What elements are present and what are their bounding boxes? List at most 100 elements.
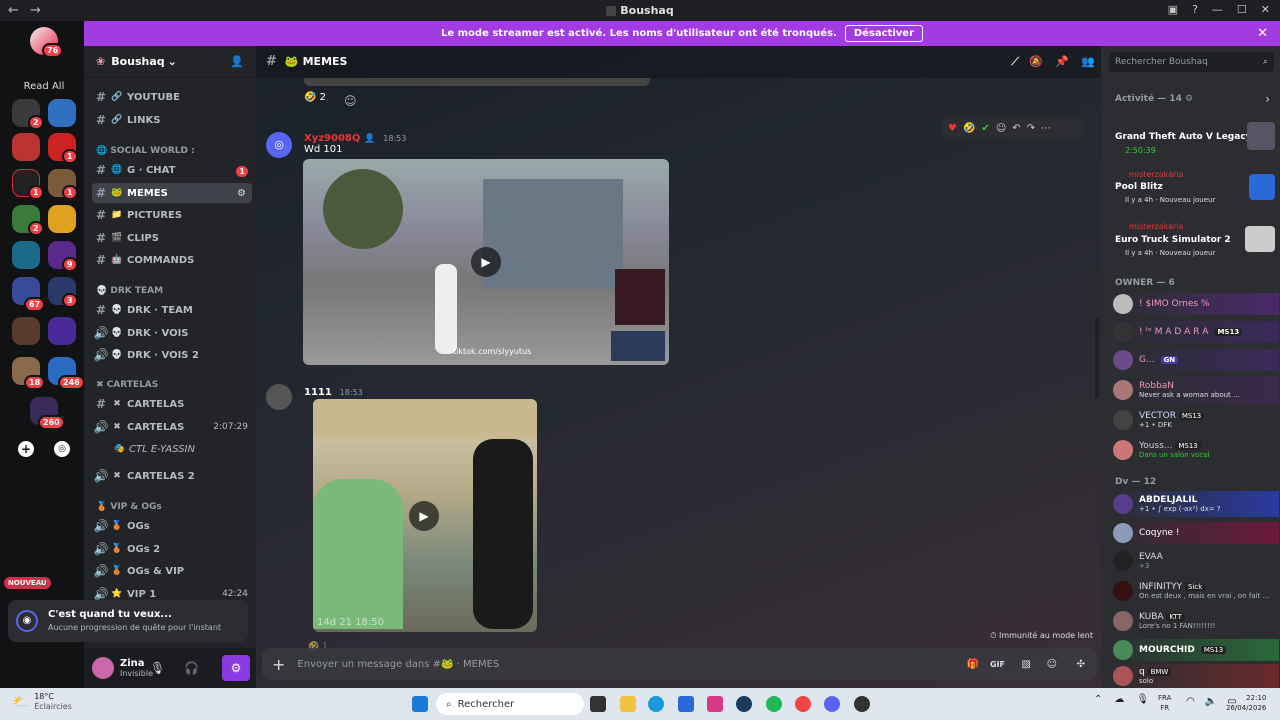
taskbar-search[interactable]: ⌕ Rechercher [436,693,584,715]
settings-icon[interactable]: ⚙ [237,188,246,199]
activity-card[interactable]: misterzakaria Euro Truck Simulator 2 Il … [1115,222,1275,262]
member-row[interactable]: EVAA +3 [1113,548,1279,574]
server-icon[interactable] [12,133,40,161]
chevron-right-icon[interactable]: › [1265,92,1270,106]
video-attachment[interactable]: ▶ tiktok.com/slyyutus [303,159,669,365]
previous-attachment[interactable] [304,78,650,86]
member-row[interactable]: Coqyne ! [1113,522,1279,544]
channel-ogs-2[interactable]: 🔊 🥉 OGs 2 [92,539,252,559]
member-row[interactable]: ! ᵗᵉ M A D A R A MS13 [1113,321,1279,343]
quest-notice[interactable]: ◉ C'est quand tu veux... Aucune progress… [8,600,248,642]
threads-icon[interactable]: ⟋ [1011,55,1019,69]
play-icon[interactable]: ▶ [471,247,501,277]
pin-icon[interactable]: 📌 [1055,55,1069,68]
gif-icon[interactable]: GIF [990,660,1005,669]
disable-streamer-button[interactable]: Désactiver [844,25,923,42]
member-row[interactable]: RobbaN Never ask a woman about ... [1113,376,1279,404]
chevron-up-icon[interactable]: ⌃ [1094,694,1102,705]
add-server-icon[interactable]: + [18,441,34,457]
channel-pictures[interactable]: # 📁 PICTURES [92,205,252,225]
server-icon[interactable] [48,317,76,345]
member-row[interactable]: Youss... MS13 Dans un salon vocal [1113,436,1279,464]
app-icon[interactable] [854,696,870,712]
member-row[interactable]: KUBA KTT Lore's no 1 FAN!!!!!!!! [1113,608,1279,634]
member-row[interactable]: VECTOR MS13 +1 • DFK [1113,406,1279,434]
category-social[interactable]: 🌐 SOCIAL WORLD : [96,146,195,156]
clock[interactable]: 22:10 26/04/2026 [1226,693,1266,713]
channel-drk-vois-2[interactable]: 🔊 💀 DRK · VOIS 2 [92,345,252,365]
instagram-icon[interactable] [707,696,723,712]
add-reaction-icon[interactable]: ☺ [996,123,1006,134]
edge-icon[interactable] [648,696,664,712]
channel-ogs-vip[interactable]: 🔊 🥉 OGs & VIP [92,561,252,581]
help-icon[interactable]: ? [1192,3,1198,16]
avatar[interactable] [92,657,114,679]
channel-ogs[interactable]: 🔊 🥉 OGs [92,516,252,536]
headphones-icon[interactable]: 🎧 [184,661,199,675]
channel-cartelas-2[interactable]: 🔊 ✖ CARTELAS 2 [92,466,252,486]
inbox-icon[interactable]: ▣ [1168,3,1178,16]
microphone-icon[interactable]: 🎙 [1136,694,1149,705]
heart-icon[interactable]: ♥ [948,123,957,134]
onedrive-icon[interactable]: ☁ [1114,694,1124,705]
member-row[interactable]: ABDELJALIL +1 • ∫ exp (-ax²) dx= ? [1113,491,1279,517]
task-view-icon[interactable] [590,696,606,712]
category-cartelas[interactable]: ✖ CARTELAS [96,380,158,390]
emoji-icon[interactable]: ☺ [1047,659,1057,670]
steam-icon[interactable] [736,696,752,712]
weather-widget[interactable]: ⛅ 18°C Éclaircies [12,692,72,712]
channel-cartelas-voice[interactable]: 🔊 ✖ CARTELAS 2:07:29 [92,417,252,437]
chrome-icon[interactable] [795,696,811,712]
category-vip[interactable]: 🥉 VIP & OGs [96,502,162,512]
member-row[interactable]: MOURCHID MS13 [1113,639,1279,661]
forward-icon[interactable]: ↷ [1027,123,1035,134]
member-row[interactable]: INFINITYY Sick On est deux , mais en vrai… [1113,578,1279,604]
laugh-icon[interactable]: 🤣 [963,123,975,134]
spotify-icon[interactable] [766,696,782,712]
server-icon[interactable] [48,205,76,233]
member-row[interactable]: q BMW solo [1113,664,1279,688]
activity-header[interactable]: Activité — 14 ⚙ [1115,94,1193,104]
reaction-pill[interactable]: 🤣 2 [304,92,326,103]
message-author[interactable]: 1111 [304,387,332,398]
language-indicator[interactable]: FRA FR [1158,693,1171,713]
members-icon[interactable]: 👥 [1081,55,1095,68]
check-icon[interactable]: ✔ [981,123,989,134]
channel-links[interactable]: # 🔗 LINKS [92,110,252,130]
add-reaction-icon[interactable]: ☺ [344,94,357,108]
message-input[interactable]: Envoyer un message dans #🐸 · MEMES [297,659,499,670]
play-icon[interactable]: ▶ [409,501,439,531]
message-author[interactable]: Xyz9008Q [304,133,360,144]
explore-icon[interactable]: ◎ [54,441,70,457]
avatar[interactable]: ◎ [266,132,292,158]
discord-icon[interactable] [824,696,840,712]
member-row[interactable]: ! $IMO Ornes % [1113,293,1279,315]
maximize-icon[interactable]: ☐ [1237,3,1247,16]
server-header[interactable]: ❀ Boushaq ⌄ 👤 [84,46,256,78]
mute-icon[interactable]: 🔕 [1029,55,1043,68]
search-input[interactable]: Rechercher Boushaq ⌕ [1109,52,1274,72]
volume-icon[interactable]: 🔈 [1205,696,1217,707]
channel-youtube[interactable]: # 🔗 YOUTUBE [92,87,252,107]
activity-card[interactable]: Grand Theft Auto V Legacy 2:50:39 [1115,118,1275,158]
read-all-label[interactable]: Read All [0,81,88,92]
channel-g-chat[interactable]: # 🌐 G · CHAT 1 [92,160,252,180]
wifi-icon[interactable]: ◠ [1186,696,1195,707]
member-row[interactable]: G... GN [1113,349,1279,371]
message-composer[interactable]: + Envoyer un message dans #🐸 · MEMES 🎁 G… [262,648,1097,680]
channel-cartelas[interactable]: # ✖ CARTELAS [92,394,252,414]
minimize-icon[interactable]: — [1212,3,1223,16]
activity-card[interactable]: misterzakaria Pool Blitz Il y a 4h · Nou… [1115,170,1275,210]
settings-icon[interactable]: ⚙ [222,655,250,681]
channel-drk-team[interactable]: # 💀 DRK · TEAM [92,300,252,320]
attach-icon[interactable]: + [272,655,285,674]
reply-icon[interactable]: ↶ [1012,123,1020,134]
scrollbar[interactable] [1095,318,1099,398]
server-icon[interactable] [48,99,76,127]
channel-commands[interactable]: # 🤖 COMMANDS [92,250,252,270]
file-explorer-icon[interactable] [620,696,636,712]
channel-clips[interactable]: # 🎬 CLIPS [92,228,252,248]
close-window-icon[interactable]: ✕ [1261,3,1270,16]
outlook-icon[interactable] [678,696,694,712]
channel-drk-vois[interactable]: 🔊 💀 DRK · VOIS [92,323,252,343]
